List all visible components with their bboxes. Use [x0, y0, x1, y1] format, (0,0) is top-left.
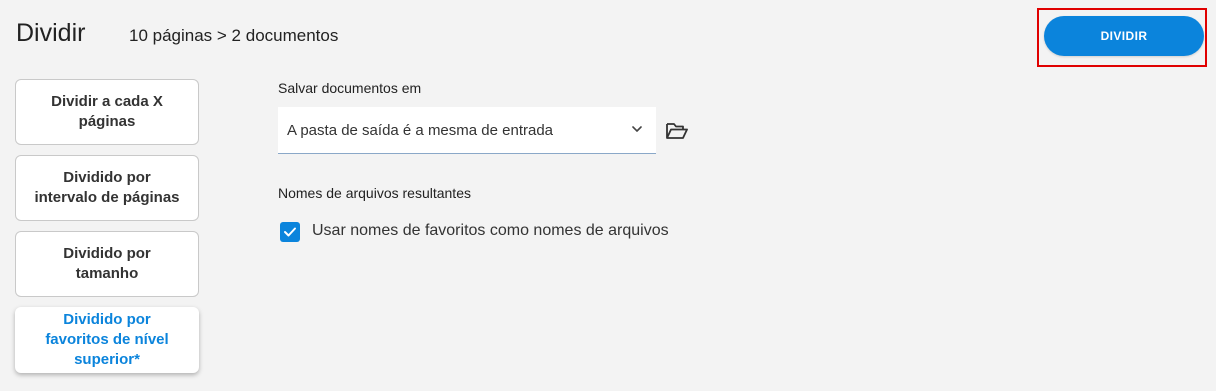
- filenames-label: Nomes de arquivos resultantes: [278, 185, 471, 201]
- mode-split-every-x-pages[interactable]: Dividir a cada X páginas: [15, 79, 199, 145]
- chevron-down-icon: [632, 126, 642, 132]
- output-folder-select[interactable]: A pasta de saída é a mesma de entrada: [278, 107, 656, 154]
- mode-split-by-top-level-bookmarks[interactable]: Dividido por favoritos de nível superior…: [15, 307, 199, 373]
- mode-label: Dividido por favoritos de nível superior…: [45, 311, 169, 368]
- split-page: Dividir 10 páginas > 2 documentos DIVIDI…: [0, 0, 1216, 391]
- output-folder-value: A pasta de saída é a mesma de entrada: [287, 121, 554, 139]
- checkmark-icon: [284, 227, 296, 237]
- split-mode-list: Dividir a cada X páginas Dividido por in…: [15, 79, 199, 383]
- page-title: Dividir: [16, 19, 86, 47]
- save-location-label: Salvar documentos em: [278, 80, 422, 96]
- mode-split-by-size[interactable]: Dividido por tamanho: [15, 231, 199, 297]
- mode-label: Dividido por intervalo de páginas: [34, 169, 180, 206]
- use-bookmark-names-checkbox[interactable]: [280, 222, 300, 242]
- open-folder-icon[interactable]: [665, 120, 689, 142]
- split-summary: 10 páginas > 2 documentos: [129, 26, 339, 45]
- mode-split-by-page-range[interactable]: Dividido por intervalo de páginas: [15, 155, 199, 221]
- use-bookmark-names-label[interactable]: Usar nomes de favoritos como nomes de ar…: [312, 222, 669, 240]
- mode-label: Dividir a cada X páginas: [51, 93, 163, 130]
- split-button[interactable]: DIVIDIR: [1044, 16, 1204, 56]
- mode-label: Dividido por tamanho: [63, 245, 151, 282]
